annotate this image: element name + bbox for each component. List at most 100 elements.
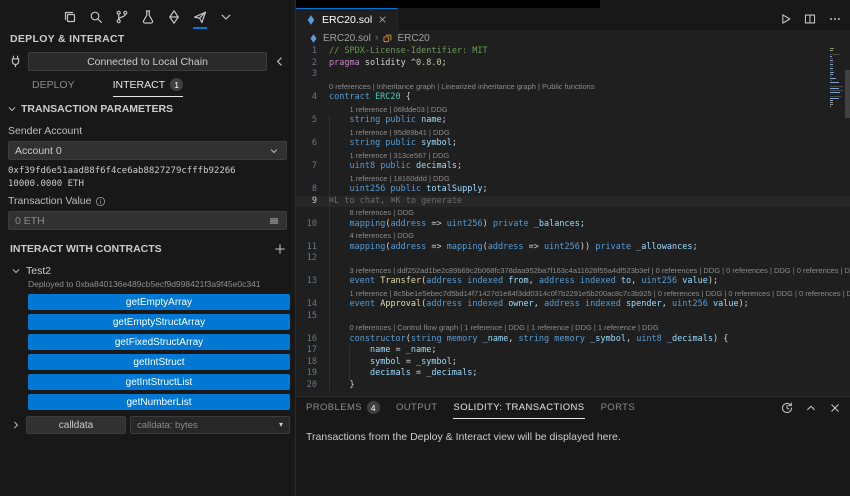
line-number[interactable]: 8	[296, 184, 317, 196]
more-actions-icon[interactable]	[828, 12, 842, 26]
panel-tab-solidity-transactions[interactable]: SOLIDITY: TRANSACTIONS	[453, 397, 585, 419]
codelens-row: 0 references | Control flow graph | 1 re…	[296, 322, 850, 334]
line-number[interactable]	[296, 127, 317, 139]
code-text[interactable]: // SPDX-License-Identifier: MIT	[329, 46, 488, 58]
calldata-input[interactable]: calldata: bytes ▾	[130, 416, 290, 434]
codelens-text[interactable]: 8 references | DDG	[329, 207, 413, 219]
code-text[interactable]: uint256 public totalSupply;	[329, 184, 487, 196]
codelens-text[interactable]: 1 reference | 18160ddd | DDG	[329, 173, 449, 185]
code-editor[interactable]: 1 // SPDX-License-Identifier: MIT 2 pragma …	[296, 46, 850, 396]
line-number[interactable]: 6	[296, 138, 317, 150]
flask-icon[interactable]	[140, 9, 156, 25]
code-text[interactable]: ⌘L to chat, ⌘K to generate	[329, 196, 462, 208]
line-number[interactable]	[296, 230, 317, 242]
function-button-getnumberlist[interactable]: getNumberList	[28, 394, 290, 410]
line-number[interactable]: 5	[296, 115, 317, 127]
line-number[interactable]: 10	[296, 219, 317, 231]
close-panel-icon[interactable]	[828, 401, 842, 415]
line-number[interactable]	[296, 173, 317, 185]
line-number[interactable]: 20	[296, 380, 317, 392]
line-number[interactable]: 18	[296, 357, 317, 369]
panel-tab-problems[interactable]: PROBLEMS 4	[306, 397, 380, 419]
code-text[interactable]: decimals = _decimals;	[329, 368, 478, 380]
line-number[interactable]	[296, 207, 317, 219]
codelens-text[interactable]: 1 reference | 06fdde03 | DDG	[329, 104, 447, 116]
history-icon[interactable]	[780, 401, 794, 415]
codelens-text[interactable]: 1 reference | 95d89b41 | DDG	[329, 127, 449, 139]
line-number[interactable]: 9	[296, 196, 317, 208]
minimap[interactable]	[830, 48, 844, 108]
chevron-right-icon[interactable]	[10, 419, 22, 431]
code-text[interactable]: mapping(address => mapping(address => ui…	[329, 242, 697, 254]
code-text[interactable]: event Approval(address indexed owner, ad…	[329, 299, 748, 311]
line-number[interactable]	[296, 150, 317, 162]
function-button-getfixedstructarray[interactable]: getFixedStructArray	[28, 334, 290, 350]
close-tab-icon[interactable]	[377, 14, 388, 25]
code-text[interactable]: pragma solidity ^0.8.0;	[329, 58, 447, 70]
ethereum-icon[interactable]	[166, 9, 182, 25]
line-number[interactable]: 2	[296, 58, 317, 70]
search-icon[interactable]	[88, 9, 104, 25]
line-number[interactable]: 11	[296, 242, 317, 254]
function-button-getintstructlist[interactable]: getIntStructList	[28, 374, 290, 390]
editor-scrollbar[interactable]	[845, 70, 850, 118]
line-number[interactable]: 16	[296, 334, 317, 346]
code-text[interactable]: string public name;	[329, 115, 446, 127]
line-number[interactable]	[296, 81, 317, 93]
git-branch-icon[interactable]	[114, 9, 130, 25]
code-text[interactable]: name = _name;	[329, 345, 437, 357]
chevron-down-icon[interactable]	[218, 9, 234, 25]
add-contract-button[interactable]	[273, 242, 287, 256]
contract-tree-item[interactable]: Test2	[0, 260, 295, 279]
view-tab-deploy[interactable]: DEPLOY	[32, 78, 75, 97]
calldata-button[interactable]: calldata	[26, 416, 126, 434]
code-text[interactable]: }	[329, 380, 354, 392]
breadcrumb-symbol[interactable]: ERC20	[397, 33, 429, 44]
codelens-text[interactable]: 0 references | Inheritance graph | Linea…	[329, 81, 595, 93]
line-number[interactable]: 4	[296, 92, 317, 104]
line-number[interactable]: 7	[296, 161, 317, 173]
codelens-text[interactable]: 4 references | DDG	[329, 230, 413, 242]
function-button-getintstruct[interactable]: getIntStruct	[28, 354, 290, 370]
function-button-getemptyarray[interactable]: getEmptyArray	[28, 294, 290, 310]
panel-tab-ports[interactable]: PORTS	[601, 397, 636, 419]
code-text[interactable]: event Transfer(address indexed from, add…	[329, 276, 718, 288]
codelens-text[interactable]: 1 reference | 8c5be1e5ebec7d5bd14f71427d…	[329, 288, 850, 300]
copy-icon[interactable]	[62, 9, 78, 25]
editor-tab-erc20[interactable]: ERC20.sol	[296, 8, 399, 30]
chevron-up-icon[interactable]	[804, 401, 818, 415]
account-select[interactable]: Account 0	[8, 141, 287, 160]
function-button-getemptystructarray[interactable]: getEmptyStructArray	[28, 314, 290, 330]
split-editor-icon[interactable]	[803, 12, 817, 26]
line-number[interactable]: 19	[296, 368, 317, 380]
codelens-text[interactable]: 3 references | ddf252ad1be2c89b69c2b068f…	[329, 265, 850, 277]
view-tab-interact[interactable]: INTERACT 1	[112, 78, 184, 97]
sliders-icon[interactable]	[268, 215, 280, 227]
line-number[interactable]: 17	[296, 345, 317, 357]
line-number[interactable]	[296, 265, 317, 277]
line-number[interactable]	[296, 322, 317, 334]
panel-tab-output[interactable]: OUTPUT	[396, 397, 437, 419]
connected-chain-button[interactable]: Connected to Local Chain	[28, 52, 267, 71]
code-text[interactable]: mapping(address => uint256) private _bal…	[329, 219, 584, 231]
run-icon[interactable]	[778, 12, 792, 26]
code-text[interactable]: string public symbol;	[329, 138, 457, 150]
codelens-text[interactable]: 0 references | Control flow graph | 1 re…	[329, 322, 658, 334]
line-number[interactable]: 12	[296, 253, 317, 265]
line-number[interactable]: 13	[296, 276, 317, 288]
line-number[interactable]: 14	[296, 299, 317, 311]
code-text[interactable]: contract ERC20 {	[329, 92, 411, 104]
line-number[interactable]	[296, 104, 317, 116]
codelens-text[interactable]: 1 reference | 313ce567 | DDG	[329, 150, 449, 162]
line-number[interactable]: 3	[296, 69, 317, 81]
line-number[interactable]	[296, 288, 317, 300]
code-text[interactable]: uint8 public decimals;	[329, 161, 462, 173]
transaction-parameters-header[interactable]: TRANSACTION PARAMETERS	[0, 97, 295, 119]
code-text[interactable]: constructor(string memory _name, string …	[329, 334, 728, 346]
line-number[interactable]: 1	[296, 46, 317, 58]
chevron-left-icon[interactable]	[272, 54, 287, 69]
line-number[interactable]: 15	[296, 311, 317, 323]
breadcrumb-file[interactable]: ERC20.sol	[323, 33, 371, 44]
transaction-value-input[interactable]: 0 ETH	[8, 211, 287, 230]
deploy-icon[interactable]	[192, 9, 208, 29]
